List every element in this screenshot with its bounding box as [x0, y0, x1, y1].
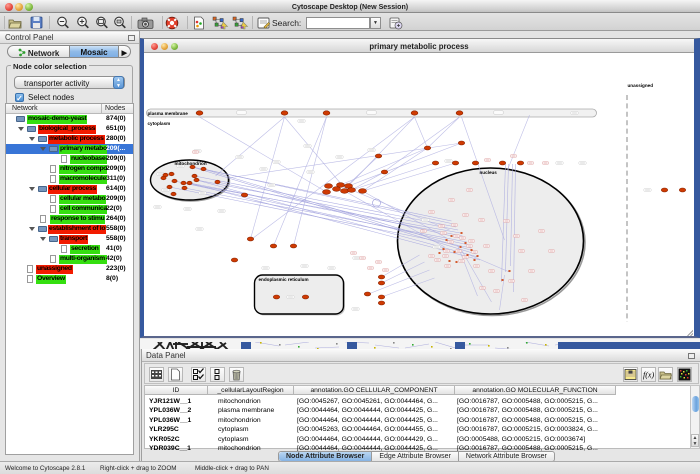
svg-text:f(x): f(x) — [643, 371, 654, 380]
svg-text:unassigned: unassigned — [628, 83, 654, 88]
svg-text:nucleus: nucleus — [480, 170, 498, 175]
svg-text:plasma membrane: plasma membrane — [148, 111, 189, 116]
svg-text:endoplasmic reticulum: endoplasmic reticulum — [259, 277, 309, 282]
svg-text:cytoplasm: cytoplasm — [148, 121, 171, 126]
